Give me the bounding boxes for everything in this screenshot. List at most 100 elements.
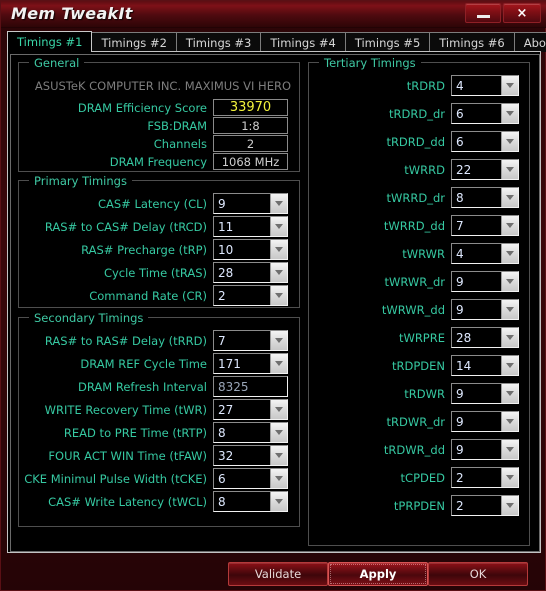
spinner-down-icon[interactable] bbox=[270, 240, 287, 259]
spinner-tertiary-8[interactable]: 9 bbox=[451, 299, 519, 320]
spinner-secondary-7[interactable]: 8 bbox=[213, 491, 288, 512]
spinner-value[interactable]: 9 bbox=[452, 275, 501, 289]
spinner-value[interactable]: 9 bbox=[452, 443, 501, 457]
spinner-value[interactable]: 32 bbox=[214, 449, 270, 463]
spinner-value[interactable]: 27 bbox=[214, 403, 270, 417]
tab-timings-4[interactable]: Timings #4 bbox=[260, 32, 346, 52]
spinner-down-icon[interactable] bbox=[501, 328, 518, 347]
spinner-secondary-4[interactable]: 8 bbox=[213, 422, 288, 443]
minimize-button[interactable] bbox=[465, 3, 501, 23]
apply-button[interactable]: Apply bbox=[328, 562, 428, 586]
spinner-down-icon[interactable] bbox=[501, 104, 518, 123]
text-input-secondary-2[interactable]: 8325 bbox=[213, 376, 288, 397]
spinner-value[interactable]: 2 bbox=[452, 499, 501, 513]
tab-timings-2[interactable]: Timings #2 bbox=[91, 32, 177, 52]
spinner-value[interactable]: 11 bbox=[214, 220, 270, 234]
spinner-secondary-5[interactable]: 32 bbox=[213, 445, 288, 466]
spinner-down-icon[interactable] bbox=[270, 354, 287, 373]
spinner-tertiary-9[interactable]: 28 bbox=[451, 327, 519, 348]
spinner-value[interactable]: 28 bbox=[214, 266, 270, 280]
spinner-value[interactable]: 28 bbox=[452, 331, 501, 345]
spinner-down-icon[interactable] bbox=[270, 217, 287, 236]
spinner-tertiary-1[interactable]: 6 bbox=[451, 103, 519, 124]
spinner-value[interactable]: 10 bbox=[214, 243, 270, 257]
spinner-secondary-0[interactable]: 7 bbox=[213, 330, 288, 351]
tab-timings-1[interactable]: Timings #1 bbox=[7, 31, 93, 52]
spinner-down-icon[interactable] bbox=[270, 423, 287, 442]
label-tertiary-11: tRDWR bbox=[404, 386, 445, 401]
spinner-primary-4[interactable]: 2 bbox=[213, 285, 288, 306]
tab-about[interactable]: About bbox=[513, 32, 546, 52]
spinner-primary-0[interactable]: 9 bbox=[213, 193, 288, 214]
spinner-tertiary-2[interactable]: 6 bbox=[451, 131, 519, 152]
spinner-down-icon[interactable] bbox=[501, 244, 518, 263]
spinner-down-icon[interactable] bbox=[270, 263, 287, 282]
spinner-value[interactable]: 4 bbox=[452, 79, 501, 93]
spinner-down-icon[interactable] bbox=[501, 300, 518, 319]
spinner-tertiary-15[interactable]: 2 bbox=[451, 495, 519, 516]
spinner-value[interactable]: 7 bbox=[452, 219, 501, 233]
spinner-value[interactable]: 9 bbox=[452, 303, 501, 317]
spinner-value[interactable]: 8 bbox=[214, 426, 270, 440]
spinner-down-icon[interactable] bbox=[270, 446, 287, 465]
spinner-secondary-6[interactable]: 6 bbox=[213, 468, 288, 489]
spinner-down-icon[interactable] bbox=[501, 440, 518, 459]
spinner-tertiary-14[interactable]: 2 bbox=[451, 467, 519, 488]
spinner-value[interactable]: 2 bbox=[452, 471, 501, 485]
spinner-secondary-1[interactable]: 171 bbox=[213, 353, 288, 374]
spinner-down-icon[interactable] bbox=[501, 384, 518, 403]
spinner-down-icon[interactable] bbox=[501, 216, 518, 235]
spinner-value[interactable]: 6 bbox=[452, 107, 501, 121]
spinner-secondary-3[interactable]: 27 bbox=[213, 399, 288, 420]
spinner-value[interactable]: 6 bbox=[452, 135, 501, 149]
spinner-down-icon[interactable] bbox=[501, 356, 518, 375]
spinner-tertiary-13[interactable]: 9 bbox=[451, 439, 519, 460]
spinner-down-icon[interactable] bbox=[270, 331, 287, 350]
spinner-tertiary-6[interactable]: 4 bbox=[451, 243, 519, 264]
spinner-value[interactable]: 6 bbox=[214, 472, 270, 486]
tab-timings-5[interactable]: Timings #5 bbox=[344, 32, 431, 52]
spinner-tertiary-10[interactable]: 14 bbox=[451, 355, 519, 376]
tab-timings-6[interactable]: Timings #6 bbox=[429, 32, 515, 52]
spinner-value[interactable]: 9 bbox=[452, 387, 501, 401]
label-primary-1: RAS# to CAS# Delay (tRCD) bbox=[44, 219, 207, 234]
spinner-tertiary-0[interactable]: 4 bbox=[451, 75, 519, 96]
spinner-down-icon[interactable] bbox=[501, 412, 518, 431]
spinner-down-icon[interactable] bbox=[501, 496, 518, 515]
spinner-tertiary-4[interactable]: 8 bbox=[451, 187, 519, 208]
spinner-value[interactable]: 4 bbox=[452, 247, 501, 261]
spinner-down-icon[interactable] bbox=[501, 468, 518, 487]
spinner-down-icon[interactable] bbox=[270, 400, 287, 419]
spinner-down-icon[interactable] bbox=[501, 188, 518, 207]
spinner-down-icon[interactable] bbox=[270, 492, 287, 511]
spinner-down-icon[interactable] bbox=[270, 469, 287, 488]
spinner-tertiary-11[interactable]: 9 bbox=[451, 383, 519, 404]
spinner-primary-2[interactable]: 10 bbox=[213, 239, 288, 260]
spinner-value[interactable]: 9 bbox=[452, 415, 501, 429]
spinner-down-icon[interactable] bbox=[270, 286, 287, 305]
spinner-down-icon[interactable] bbox=[501, 272, 518, 291]
spinner-value[interactable]: 9 bbox=[214, 197, 270, 211]
validate-button[interactable]: Validate bbox=[228, 562, 328, 586]
spinner-tertiary-12[interactable]: 9 bbox=[451, 411, 519, 432]
close-button[interactable]: × bbox=[503, 3, 541, 23]
spinner-value[interactable]: 171 bbox=[214, 357, 270, 371]
spinner-value[interactable]: 7 bbox=[214, 334, 270, 348]
spinner-down-icon[interactable] bbox=[501, 160, 518, 179]
tab-label: About bbox=[523, 35, 546, 50]
spinner-primary-1[interactable]: 11 bbox=[213, 216, 288, 237]
spinner-value[interactable]: 22 bbox=[452, 163, 501, 177]
spinner-down-icon[interactable] bbox=[501, 76, 518, 95]
spinner-tertiary-7[interactable]: 9 bbox=[451, 271, 519, 292]
spinner-value[interactable]: 2 bbox=[214, 289, 270, 303]
spinner-primary-3[interactable]: 28 bbox=[213, 262, 288, 283]
spinner-down-icon[interactable] bbox=[270, 194, 287, 213]
spinner-tertiary-3[interactable]: 22 bbox=[451, 159, 519, 180]
spinner-tertiary-5[interactable]: 7 bbox=[451, 215, 519, 236]
tab-timings-3[interactable]: Timings #3 bbox=[175, 32, 262, 52]
spinner-down-icon[interactable] bbox=[501, 132, 518, 151]
spinner-value[interactable]: 14 bbox=[452, 359, 501, 373]
spinner-value[interactable]: 8 bbox=[214, 495, 270, 509]
ok-button[interactable]: OK bbox=[428, 562, 528, 586]
spinner-value[interactable]: 8 bbox=[452, 191, 501, 205]
